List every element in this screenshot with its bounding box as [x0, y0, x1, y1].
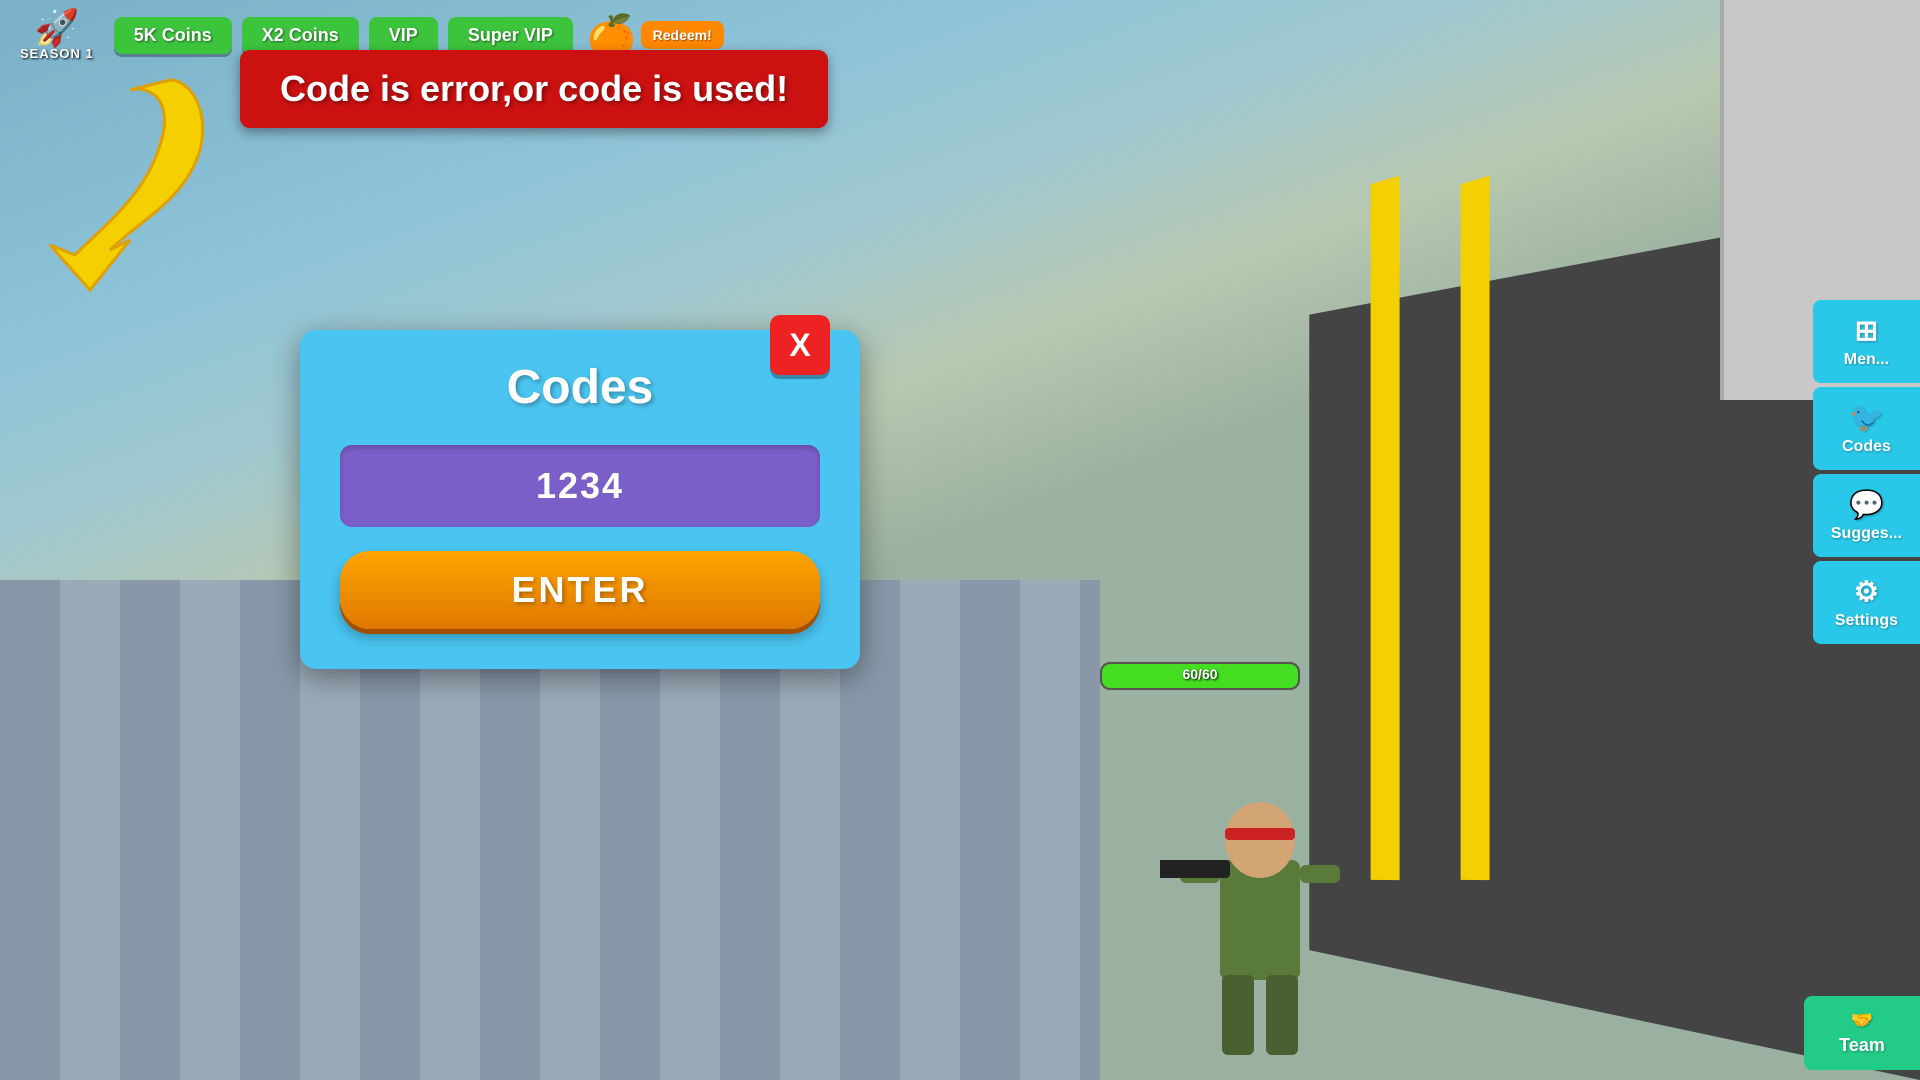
code-input[interactable] [340, 445, 820, 527]
super-vip-button[interactable]: Super VIP [448, 17, 573, 54]
team-icon: 🤝 [1851, 1010, 1873, 1031]
road-line-left [1371, 176, 1400, 881]
rocket-icon: 🚀 [34, 10, 79, 46]
codes-dialog-header: Codes X [340, 360, 820, 415]
close-dialog-button[interactable]: X [770, 315, 830, 375]
redeem-button[interactable]: Redeem! [641, 21, 724, 49]
menu-icon: ⊞ [1855, 314, 1878, 347]
menu-label: Men... [1844, 351, 1889, 369]
codes-dialog-title: Codes [507, 360, 654, 415]
error-banner: Code is error,or code is used! [240, 50, 828, 128]
vip-button[interactable]: VIP [369, 17, 438, 54]
twitter-icon: 🐦 [1849, 401, 1884, 434]
suggest-label: Sugges... [1831, 525, 1902, 543]
settings-sidebar-button[interactable]: ⚙ Settings [1813, 561, 1920, 644]
health-text: 60/60 [1182, 666, 1217, 682]
codes-sidebar-label: Codes [1842, 438, 1891, 456]
settings-label: Settings [1835, 612, 1898, 630]
5k-coins-button[interactable]: 5K Coins [114, 17, 232, 54]
menu-sidebar-button[interactable]: ⊞ Men... [1813, 300, 1920, 383]
suggest-sidebar-button[interactable]: 💬 Sugges... [1813, 474, 1920, 557]
x2-coins-button[interactable]: X2 Coins [242, 17, 359, 54]
team-label: Team [1839, 1035, 1885, 1056]
season-badge: 🚀 SEASON 1 [20, 10, 94, 61]
right-sidebar: ⊞ Men... 🐦 Codes 💬 Sugges... ⚙ Settings [1813, 300, 1920, 644]
codes-dialog: Codes X ENTER [300, 330, 860, 669]
season-text: SEASON 1 [20, 46, 94, 61]
arrow-icon [30, 70, 220, 300]
player-character [1160, 760, 1360, 1080]
codes-sidebar-button[interactable]: 🐦 Codes [1813, 387, 1920, 470]
suggest-icon: 💬 [1849, 488, 1884, 521]
settings-icon: ⚙ [1854, 575, 1879, 608]
road-line-right [1461, 176, 1490, 881]
enter-button[interactable]: ENTER [340, 551, 820, 629]
team-button[interactable]: 🤝 Team [1804, 996, 1920, 1070]
health-bar-container: 60/60 [1100, 662, 1300, 690]
